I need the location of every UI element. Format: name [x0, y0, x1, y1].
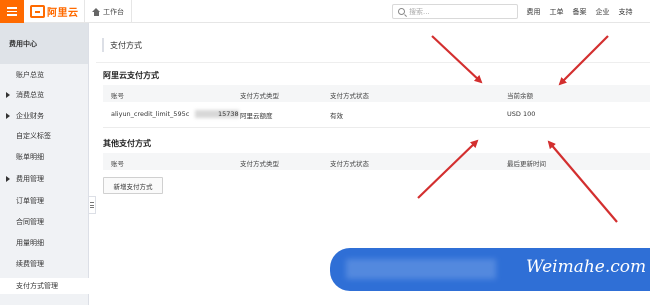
sidebar-item-spending-overview[interactable]: 消费总览: [0, 87, 89, 103]
payment-type: 阿里云额度: [240, 112, 273, 120]
nav-icp[interactable]: 备案: [568, 7, 591, 17]
search-icon: [398, 8, 405, 15]
sidebar-item-label: 账单明细: [16, 153, 44, 161]
column-header-account: 账号: [111, 160, 124, 168]
sidebar-item-account-overview[interactable]: 账户总览: [0, 67, 89, 83]
table-header: 账号 支付方式类型 支付方式状态 当前余额: [103, 85, 650, 102]
section-title-aliyun: 阿里云支付方式: [103, 71, 159, 80]
column-header-type: 支付方式类型: [240, 160, 279, 168]
sidebar-item-usage-details[interactable]: 用量明细: [0, 235, 89, 251]
sidebar-item-contracts[interactable]: 合同管理: [0, 214, 89, 230]
aliyun-logo-icon: [30, 5, 45, 18]
payment-status: 有效: [330, 112, 343, 120]
sidebar-header: 费用中心: [0, 23, 88, 64]
search-placeholder: 搜索...: [409, 7, 430, 16]
sidebar-item-payment-methods[interactable]: 支付方式管理: [0, 278, 89, 294]
top-nav: 费用 工单 备案 企业 支持: [522, 0, 637, 23]
column-header-last-updated: 最后更新时间: [507, 160, 546, 168]
sidebar-item-label: 合同管理: [16, 218, 44, 226]
nav-enterprise[interactable]: 企业: [591, 7, 614, 17]
row-divider: [103, 127, 650, 128]
watermark-blur: [346, 259, 496, 279]
column-header-status: 支付方式状态: [330, 160, 369, 168]
watermark-text: Weimahe.com: [526, 257, 647, 277]
column-header-type: 支付方式类型: [240, 92, 279, 100]
sidebar-item-label: 账户总览: [16, 71, 44, 79]
tab-workbench-label: 工作台: [103, 7, 124, 16]
sidebar-item-label: 费用管理: [16, 175, 44, 183]
sidebar-item-label: 订单管理: [16, 197, 44, 205]
sidebar-item-enterprise-finance[interactable]: 企业财务: [0, 108, 89, 124]
sidebar-item-label: 自定义标签: [16, 132, 51, 140]
home-icon: [92, 7, 100, 16]
nav-tickets[interactable]: 工单: [545, 7, 568, 17]
caret-right-icon: [6, 92, 10, 98]
sidebar-item-fee-management[interactable]: 费用管理: [0, 171, 89, 187]
nav-support[interactable]: 支持: [614, 7, 637, 17]
add-payment-method-button[interactable]: 新增支付方式: [103, 177, 163, 194]
nav-fees[interactable]: 费用: [522, 7, 545, 17]
sidebar-item-label: 续费管理: [16, 260, 44, 268]
account-name-suffix: 15738: [218, 110, 239, 118]
section-title-other: 其他支付方式: [103, 139, 151, 148]
table-header: 账号 支付方式类型 支付方式状态 最后更新时间: [103, 153, 650, 170]
sidebar: 费用中心 账户总览 消费总览 企业财务 自定义标签 账单明细 费用管理 订单管理…: [0, 23, 89, 305]
top-bar: 阿里云 工作台 搜索... 费用 工单 备案 企业 支持: [0, 0, 650, 23]
sidebar-item-bill-details[interactable]: 账单明细: [0, 149, 89, 165]
caret-right-icon: [6, 113, 10, 119]
account-name: aliyun_credit_limit_595c: [111, 110, 190, 118]
sidebar-item-orders[interactable]: 订单管理: [0, 193, 89, 209]
caret-right-icon: [6, 176, 10, 182]
divider: [96, 62, 650, 63]
column-header-balance: 当前余额: [507, 92, 533, 100]
tab-workbench[interactable]: 工作台: [84, 0, 132, 23]
sidebar-collapse-handle[interactable]: [88, 196, 96, 214]
sidebar-item-custom-tags[interactable]: 自定义标签: [0, 128, 89, 144]
logo-text: 阿里云: [47, 8, 79, 19]
sidebar-item-label: 支付方式管理: [16, 282, 58, 290]
column-header-status: 支付方式状态: [330, 92, 369, 100]
sidebar-item-renewals[interactable]: 续费管理: [0, 256, 89, 272]
search-input[interactable]: 搜索...: [392, 4, 518, 19]
sidebar-item-label: 用量明细: [16, 239, 44, 247]
page-title: 支付方式: [102, 38, 142, 52]
sidebar-item-label: 消费总览: [16, 91, 44, 99]
sidebar-item-label: 企业财务: [16, 112, 44, 120]
column-header-account: 账号: [111, 92, 124, 100]
current-balance: USD 100: [507, 110, 536, 118]
aliyun-logo[interactable]: 阿里云: [30, 4, 79, 19]
menu-icon[interactable]: [0, 0, 24, 23]
